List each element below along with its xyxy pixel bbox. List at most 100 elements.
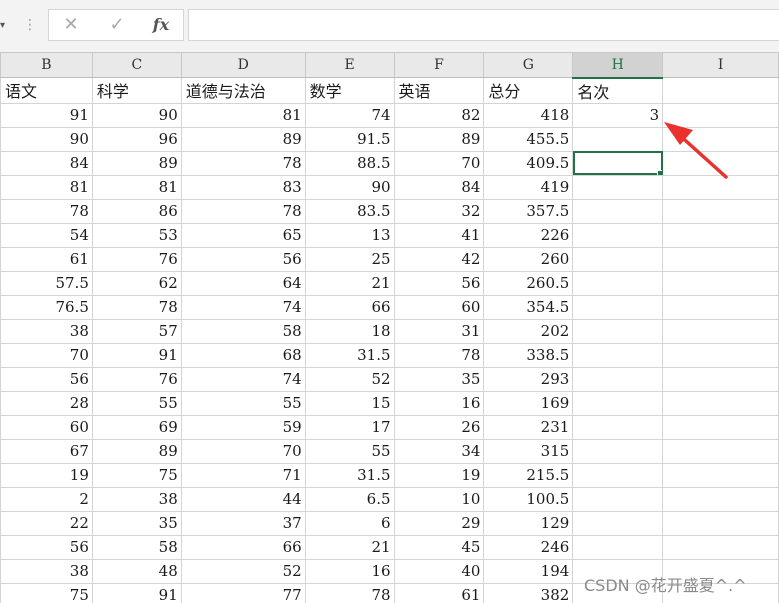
cell[interactable]: 10 xyxy=(393,486,485,512)
cell[interactable]: 16 xyxy=(304,558,395,584)
cell[interactable]: 84 xyxy=(0,150,93,176)
cell[interactable]: 22 xyxy=(0,510,93,536)
cell[interactable]: 35 xyxy=(91,510,182,536)
cell[interactable]: 260 xyxy=(483,246,574,272)
cell[interactable] xyxy=(572,126,664,152)
cell[interactable]: 67 xyxy=(0,438,93,464)
column-header-c[interactable]: C xyxy=(91,52,182,78)
cell[interactable] xyxy=(572,318,664,344)
cell[interactable]: 41 xyxy=(393,222,485,248)
cell[interactable]: 78 xyxy=(0,198,93,224)
cell[interactable]: 57.5 xyxy=(0,270,93,296)
cell[interactable] xyxy=(572,270,664,296)
cell[interactable] xyxy=(572,174,664,200)
column-header-h[interactable]: H xyxy=(572,52,664,79)
cell[interactable] xyxy=(572,462,664,488)
header-cell[interactable]: 道德与法治 xyxy=(180,77,306,104)
cell[interactable]: 418 xyxy=(483,102,574,128)
cancel-icon[interactable]: ✕ xyxy=(49,10,93,40)
cell[interactable]: 84 xyxy=(393,174,485,200)
cell[interactable]: 65 xyxy=(180,222,306,248)
cell[interactable]: 18 xyxy=(304,318,395,344)
cell[interactable]: 55 xyxy=(180,390,306,416)
header-cell[interactable]: 语文 xyxy=(0,77,93,104)
cell[interactable] xyxy=(572,366,664,392)
cell[interactable] xyxy=(572,438,664,464)
cell[interactable]: 38 xyxy=(0,318,93,344)
cell[interactable]: 34 xyxy=(393,438,485,464)
header-cell[interactable]: 科学 xyxy=(91,77,182,104)
cell[interactable]: 96 xyxy=(91,126,182,152)
cell[interactable]: 81 xyxy=(91,174,182,200)
cell[interactable]: 56 xyxy=(0,534,93,560)
cell[interactable]: 40 xyxy=(393,558,485,584)
cell[interactable]: 77 xyxy=(180,582,306,603)
cell[interactable]: 21 xyxy=(304,270,395,296)
cell[interactable]: 35 xyxy=(393,366,485,392)
cell[interactable]: 75 xyxy=(91,462,182,488)
cell[interactable]: 70 xyxy=(393,150,485,176)
cell[interactable]: 29 xyxy=(393,510,485,536)
cell[interactable]: 54 xyxy=(0,222,93,248)
cell[interactable]: 38 xyxy=(0,558,93,584)
cell[interactable]: 354.5 xyxy=(483,294,574,320)
cell[interactable]: 58 xyxy=(91,534,182,560)
cell[interactable]: 70 xyxy=(180,438,306,464)
header-cell[interactable]: 总分 xyxy=(483,77,574,104)
cell[interactable]: 91 xyxy=(91,582,182,603)
cell[interactable]: 315 xyxy=(483,438,574,464)
cell[interactable] xyxy=(662,102,779,128)
cell[interactable]: 78 xyxy=(180,198,306,224)
cell[interactable] xyxy=(662,222,779,248)
cell[interactable] xyxy=(662,198,779,224)
cell[interactable]: 338.5 xyxy=(483,342,574,368)
cell[interactable]: 89 xyxy=(393,126,485,152)
cell[interactable] xyxy=(662,294,779,320)
cell[interactable] xyxy=(572,222,664,248)
cell[interactable] xyxy=(662,390,779,416)
cell[interactable]: 409.5 xyxy=(483,150,574,176)
cell[interactable]: 59 xyxy=(180,414,306,440)
cell[interactable]: 88.5 xyxy=(304,150,395,176)
cell[interactable]: 81 xyxy=(180,102,306,128)
cell[interactable]: 202 xyxy=(483,318,574,344)
cell[interactable] xyxy=(572,294,664,320)
selected-cell[interactable] xyxy=(572,150,664,176)
cell[interactable]: 37 xyxy=(180,510,306,536)
cell[interactable] xyxy=(572,342,664,368)
cell[interactable]: 71 xyxy=(180,462,306,488)
cell[interactable]: 61 xyxy=(0,246,93,272)
cell[interactable]: 68 xyxy=(180,342,306,368)
cell[interactable]: 6.5 xyxy=(304,486,395,512)
cell[interactable]: 38 xyxy=(91,486,182,512)
cell[interactable]: 76.5 xyxy=(0,294,93,320)
cell[interactable] xyxy=(662,126,779,152)
cell[interactable] xyxy=(662,414,779,440)
cell[interactable]: 19 xyxy=(393,462,485,488)
cell[interactable]: 90 xyxy=(0,126,93,152)
cell[interactable]: 74 xyxy=(180,294,306,320)
cell[interactable]: 83 xyxy=(180,174,306,200)
formula-input[interactable] xyxy=(188,9,779,41)
cell[interactable]: 129 xyxy=(483,510,574,536)
cell[interactable] xyxy=(662,342,779,368)
cell[interactable]: 52 xyxy=(180,558,306,584)
cell[interactable]: 15 xyxy=(304,390,395,416)
cell[interactable]: 293 xyxy=(483,366,574,392)
cell[interactable] xyxy=(572,246,664,272)
header-cell[interactable] xyxy=(662,77,779,104)
cell[interactable]: 31.5 xyxy=(304,462,395,488)
cell[interactable]: 75 xyxy=(0,582,93,603)
cell[interactable]: 56 xyxy=(0,366,93,392)
cell[interactable]: 61 xyxy=(393,582,485,603)
enter-icon[interactable]: ✓ xyxy=(95,10,139,40)
cell[interactable]: 26 xyxy=(393,414,485,440)
cell[interactable]: 86 xyxy=(91,198,182,224)
cell[interactable]: 78 xyxy=(91,294,182,320)
cell[interactable]: 19 xyxy=(0,462,93,488)
column-header-e[interactable]: E xyxy=(304,52,395,78)
cell[interactable] xyxy=(662,150,779,176)
cell[interactable]: 32 xyxy=(393,198,485,224)
cell[interactable]: 3 xyxy=(572,102,664,128)
cell[interactable]: 246 xyxy=(483,534,574,560)
